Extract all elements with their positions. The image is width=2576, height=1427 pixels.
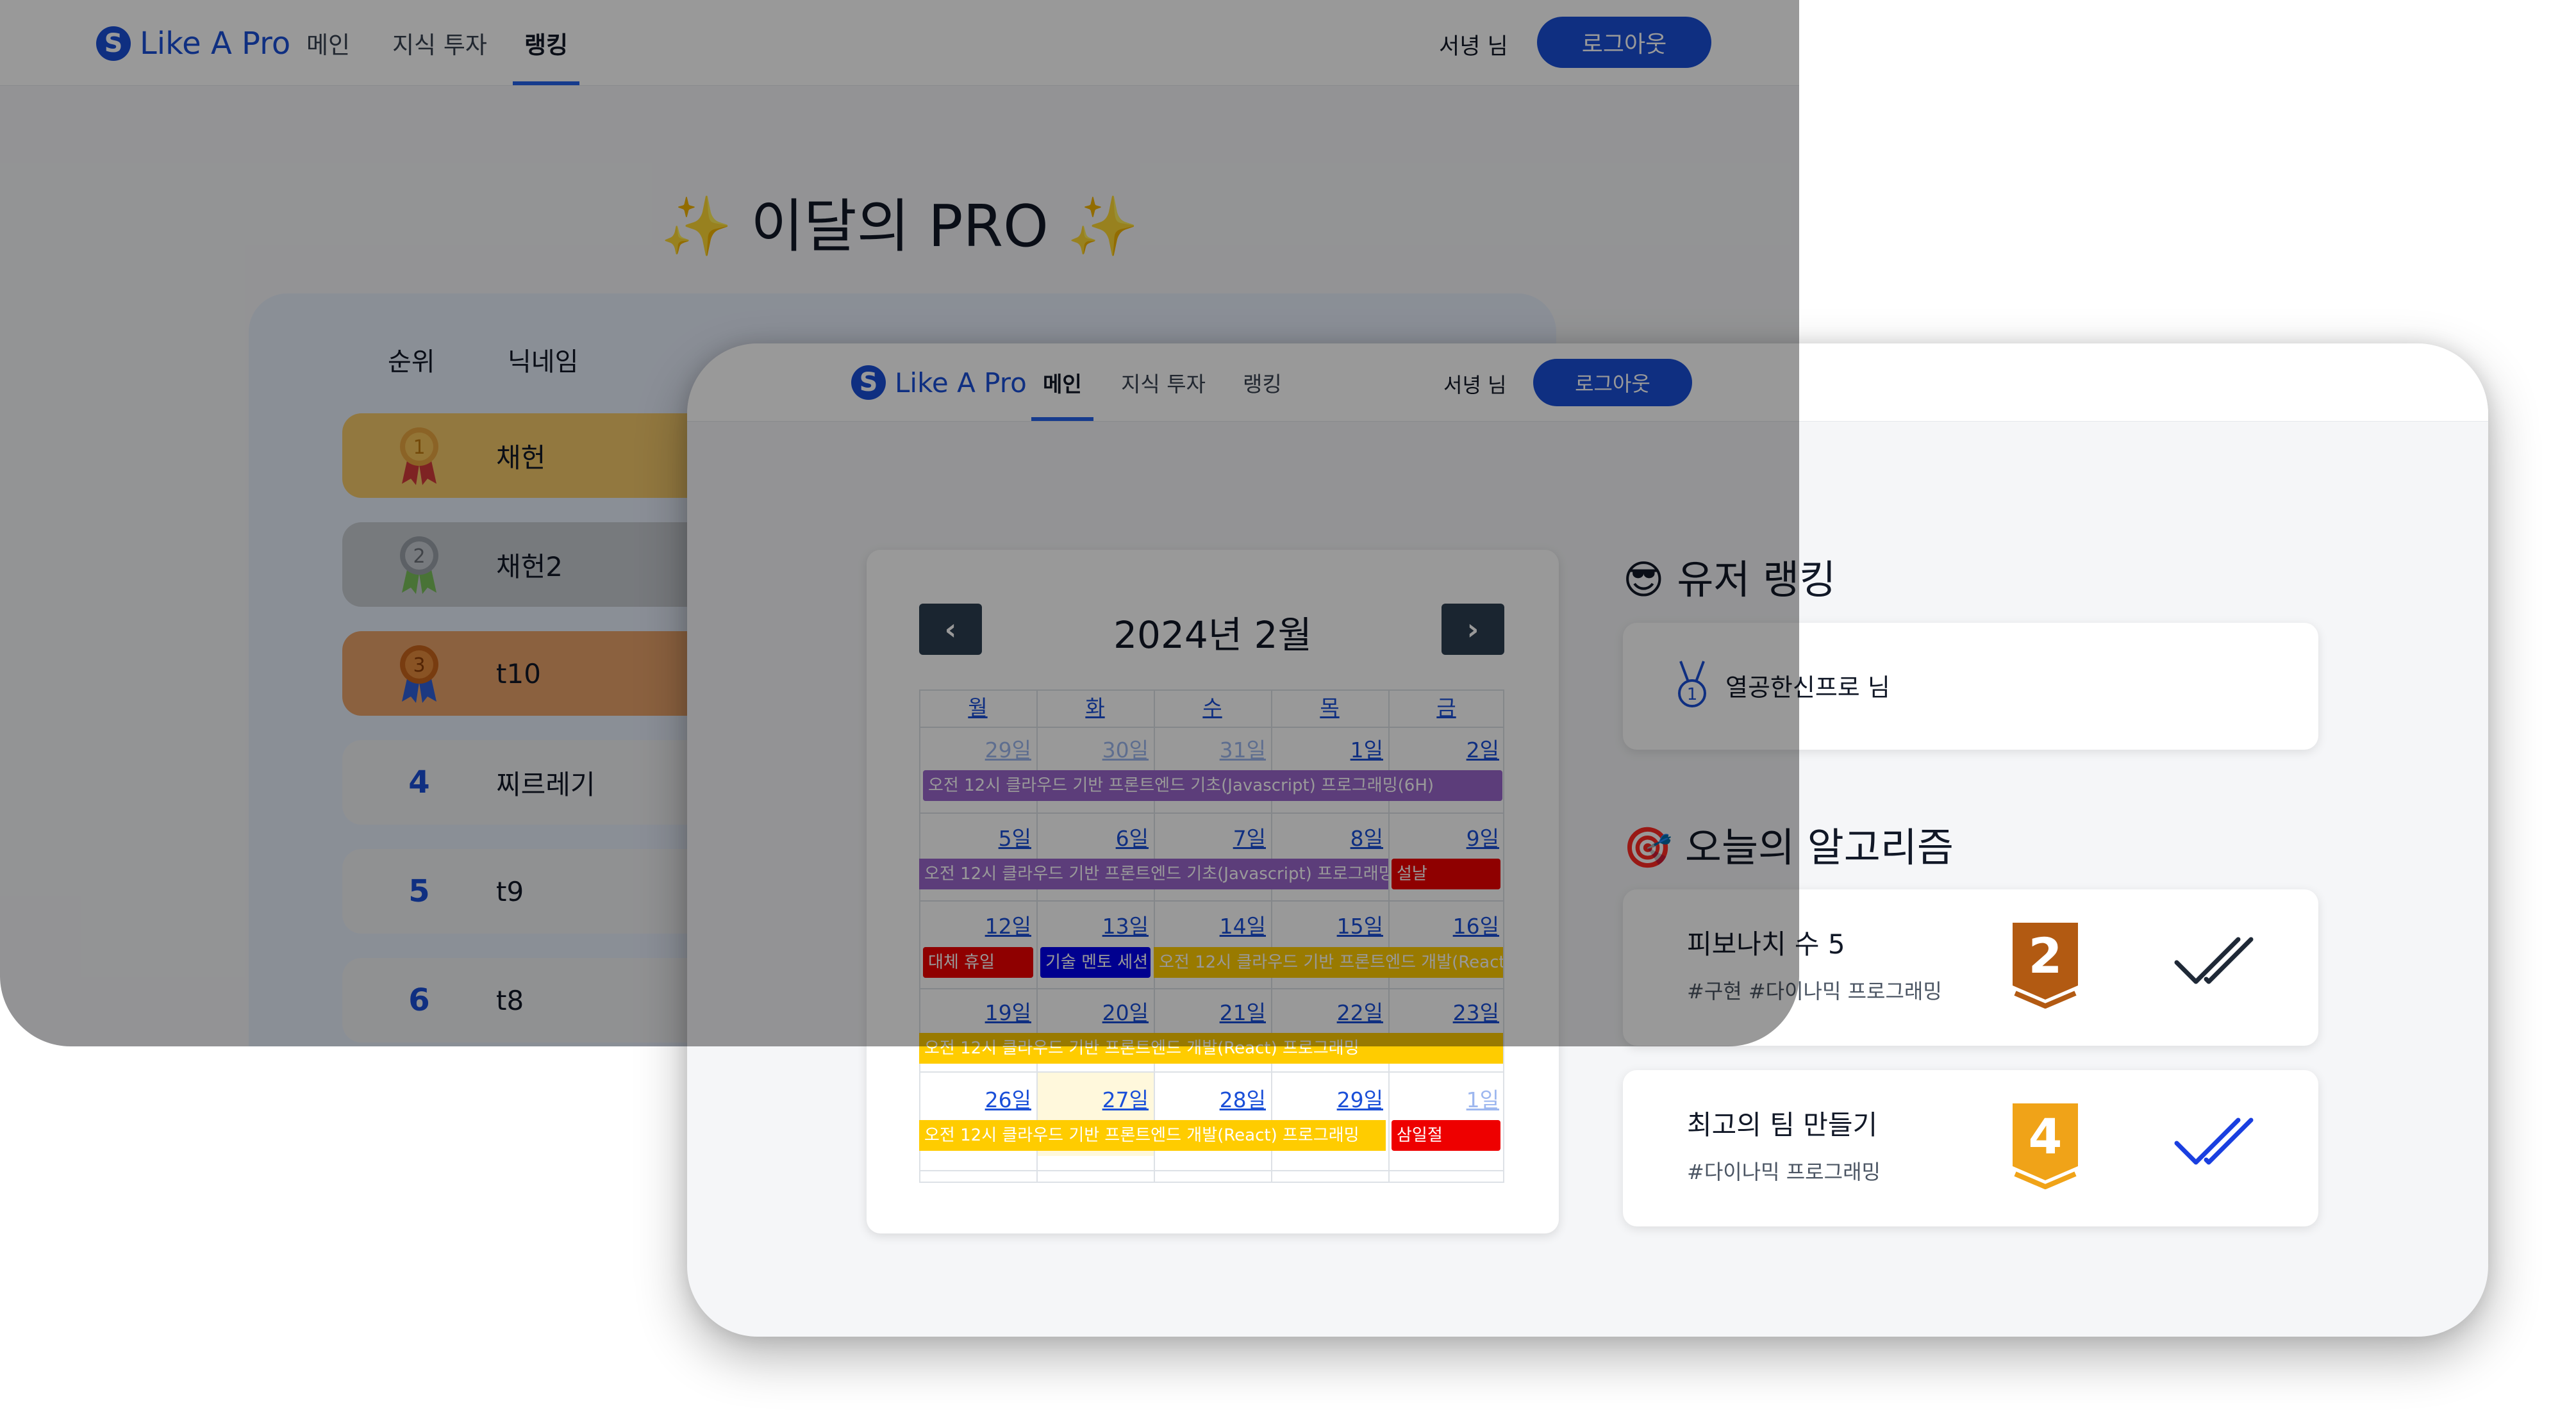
grid-line [919,1071,1504,1073]
problem-title: 최고의 팀 만들기 [1687,1109,1878,1141]
day-number[interactable]: 1일 [1388,1083,1499,1114]
difficulty-badge-icon: 2 [2011,921,2079,1011]
problem-tags: #다이나믹 프로그래밍 [1687,1160,1881,1184]
grid-line [919,1170,1504,1171]
day-number[interactable]: 27일 [1036,1083,1149,1114]
difficulty-badge-icon: 4 [2011,1102,2079,1192]
algorithm-problem-card[interactable]: 최고의 팀 만들기 #다이나믹 프로그래밍 4 [1623,1070,2318,1226]
double-check-icon[interactable] [2174,937,2257,991]
day-number[interactable]: 26일 [919,1083,1031,1114]
calendar-event[interactable]: 오전 12시 클라우드 기반 프론트엔드 개발(React) 프로그래밍 [919,1120,1386,1151]
back-window-ranking-page: S Like A Pro 메인 지식 투자 랭킹 서녕 님 로그아웃 ✨ 이달의… [0,0,1799,1046]
calendar-event-holiday[interactable]: 삼일절 [1392,1120,1500,1151]
day-number[interactable]: 29일 [1271,1083,1383,1114]
difficulty-level: 4 [2029,1108,2063,1165]
dim-overlay [0,0,1799,1046]
double-check-icon[interactable] [2174,1118,2257,1171]
difficulty-level: 2 [2029,927,2063,984]
grid-line [919,1182,1504,1183]
day-number[interactable]: 28일 [1154,1083,1266,1114]
